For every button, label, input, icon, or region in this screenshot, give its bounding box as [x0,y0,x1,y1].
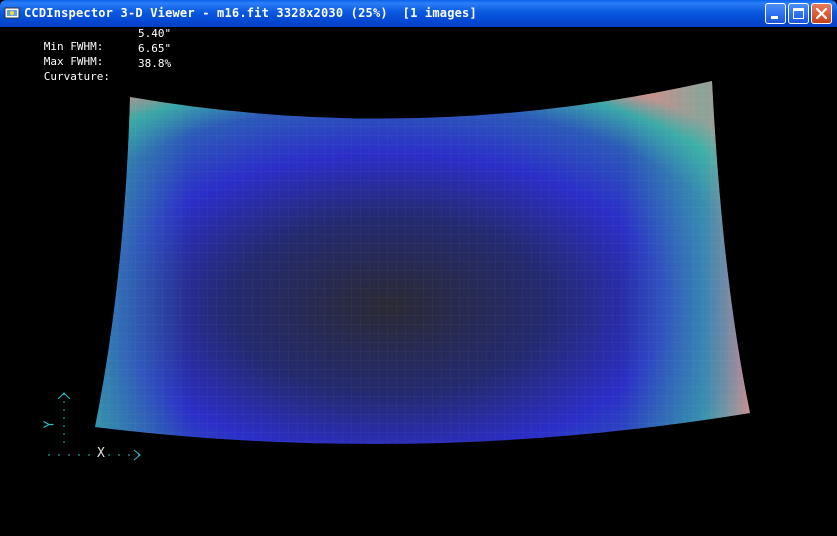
curvature-stat: Curvature: 38.8% [4,57,171,109]
app-icon[interactable] [4,5,20,21]
maximize-icon [793,8,804,19]
title-bar[interactable]: CCDInspector 3-D Viewer - m16.fit 3328x2… [0,0,837,27]
min-fwhm-value: 5.40" [138,27,172,40]
curvature-value: 38.8% [138,57,172,70]
window-title: CCDInspector 3-D Viewer - m16.fit 3328x2… [24,6,477,20]
minimize-icon [771,16,778,19]
fwhm-surface-plot [48,81,750,461]
maximize-button[interactable] [788,3,809,24]
x-axis-label: X [97,446,105,461]
y-axis-label: Y [42,420,58,429]
minimize-button[interactable] [765,3,786,24]
close-button[interactable] [811,3,832,24]
close-icon [815,7,828,20]
viewer-window: CCDInspector 3-D Viewer - m16.fit 3328x2… [0,0,837,536]
3d-viewport[interactable]: Min FWHM: 5.40" Max FWHM: 6.65" Curvatur… [0,27,837,536]
curvature-label: Curvature: [43,70,110,83]
max-fwhm-value: 6.65" [138,42,172,55]
